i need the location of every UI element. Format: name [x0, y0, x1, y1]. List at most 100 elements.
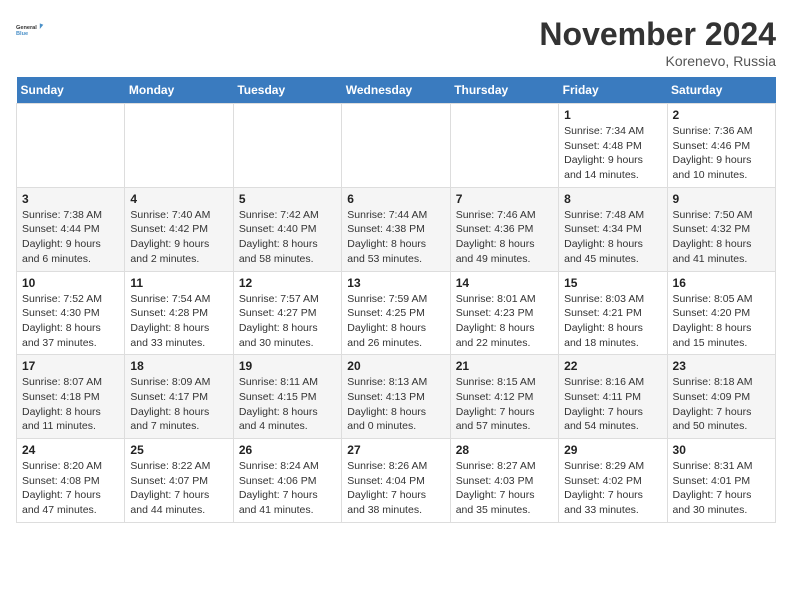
day-number: 16: [673, 276, 770, 290]
weekday-header: Sunday: [17, 77, 125, 104]
day-number: 3: [22, 192, 119, 206]
day-number: 19: [239, 359, 336, 373]
calendar-cell: 22 Sunrise: 8:16 AM Sunset: 4:11 PM Dayli…: [559, 355, 667, 439]
calendar-cell: 21 Sunrise: 8:15 AM Sunset: 4:12 PM Dayli…: [450, 355, 558, 439]
calendar-cell: 30Sunrise: 8:31 AM Sunset: 4:01 PM Dayli…: [667, 439, 775, 523]
calendar-week-row: 17 Sunrise: 8:07 AM Sunset: 4:18 PM Dayli…: [17, 355, 776, 439]
day-number: 29: [564, 443, 661, 457]
calendar-cell: 28 Sunrise: 8:27 AM Sunset: 4:03 PM Dayli…: [450, 439, 558, 523]
day-info: Sunrise: 8:09 AM Sunset: 4:17 PM Dayligh…: [130, 375, 227, 434]
day-info: Sunrise: 8:07 AM Sunset: 4:18 PM Dayligh…: [22, 375, 119, 434]
calendar-cell: [17, 104, 125, 188]
calendar-cell: 29 Sunrise: 8:29 AM Sunset: 4:02 PM Dayli…: [559, 439, 667, 523]
day-info: Sunrise: 7:57 AM Sunset: 4:27 PM Dayligh…: [239, 292, 336, 351]
day-number: 10: [22, 276, 119, 290]
day-number: 15: [564, 276, 661, 290]
day-info: Sunrise: 8:22 AM Sunset: 4:07 PM Dayligh…: [130, 459, 227, 518]
calendar-cell: [450, 104, 558, 188]
calendar-week-row: 3 Sunrise: 7:38 AM Sunset: 4:44 PM Daylig…: [17, 187, 776, 271]
weekday-header: Tuesday: [233, 77, 341, 104]
calendar-header-row: SundayMondayTuesdayWednesdayThursdayFrid…: [17, 77, 776, 104]
calendar-cell: 27 Sunrise: 8:26 AM Sunset: 4:04 PM Dayli…: [342, 439, 450, 523]
day-info: Sunrise: 7:59 AM Sunset: 4:25 PM Dayligh…: [347, 292, 444, 351]
day-info: Sunrise: 8:01 AM Sunset: 4:23 PM Dayligh…: [456, 292, 553, 351]
day-info: Sunrise: 8:05 AM Sunset: 4:20 PM Dayligh…: [673, 292, 770, 351]
day-number: 9: [673, 192, 770, 206]
calendar-cell: 14 Sunrise: 8:01 AM Sunset: 4:23 PM Dayli…: [450, 271, 558, 355]
day-number: 28: [456, 443, 553, 457]
day-number: 23: [673, 359, 770, 373]
day-info: Sunrise: 7:36 AM Sunset: 4:46 PM Dayligh…: [673, 124, 770, 183]
weekday-header: Monday: [125, 77, 233, 104]
day-number: 14: [456, 276, 553, 290]
day-number: 2: [673, 108, 770, 122]
day-info: Sunrise: 8:18 AM Sunset: 4:09 PM Dayligh…: [673, 375, 770, 434]
day-number: 8: [564, 192, 661, 206]
day-number: 13: [347, 276, 444, 290]
calendar-cell: 8 Sunrise: 7:48 AM Sunset: 4:34 PM Daylig…: [559, 187, 667, 271]
title-block: November 2024 Korenevo, Russia: [539, 16, 776, 69]
day-info: Sunrise: 8:15 AM Sunset: 4:12 PM Dayligh…: [456, 375, 553, 434]
day-info: Sunrise: 7:44 AM Sunset: 4:38 PM Dayligh…: [347, 208, 444, 267]
day-number: 22: [564, 359, 661, 373]
calendar-cell: 7Sunrise: 7:46 AM Sunset: 4:36 PM Daylig…: [450, 187, 558, 271]
logo-icon: GeneralBlue: [16, 16, 44, 44]
day-info: Sunrise: 8:26 AM Sunset: 4:04 PM Dayligh…: [347, 459, 444, 518]
calendar-cell: 2 Sunrise: 7:36 AM Sunset: 4:46 PM Daylig…: [667, 104, 775, 188]
day-info: Sunrise: 7:40 AM Sunset: 4:42 PM Dayligh…: [130, 208, 227, 267]
day-info: Sunrise: 7:54 AM Sunset: 4:28 PM Dayligh…: [130, 292, 227, 351]
day-info: Sunrise: 8:13 AM Sunset: 4:13 PM Dayligh…: [347, 375, 444, 434]
day-number: 4: [130, 192, 227, 206]
day-info: Sunrise: 8:16 AM Sunset: 4:11 PM Dayligh…: [564, 375, 661, 434]
weekday-header: Friday: [559, 77, 667, 104]
calendar-cell: 12 Sunrise: 7:57 AM Sunset: 4:27 PM Dayli…: [233, 271, 341, 355]
svg-text:General: General: [16, 25, 37, 31]
calendar-cell: 25 Sunrise: 8:22 AM Sunset: 4:07 PM Dayli…: [125, 439, 233, 523]
weekday-header: Saturday: [667, 77, 775, 104]
day-info: Sunrise: 7:48 AM Sunset: 4:34 PM Dayligh…: [564, 208, 661, 267]
calendar-cell: 9Sunrise: 7:50 AM Sunset: 4:32 PM Daylig…: [667, 187, 775, 271]
location: Korenevo, Russia: [539, 53, 776, 69]
day-number: 17: [22, 359, 119, 373]
calendar-cell: 6 Sunrise: 7:44 AM Sunset: 4:38 PM Daylig…: [342, 187, 450, 271]
day-number: 12: [239, 276, 336, 290]
page-header: GeneralBlue November 2024 Korenevo, Russ…: [16, 16, 776, 69]
weekday-header: Wednesday: [342, 77, 450, 104]
day-number: 25: [130, 443, 227, 457]
calendar-cell: 26Sunrise: 8:24 AM Sunset: 4:06 PM Dayli…: [233, 439, 341, 523]
day-number: 18: [130, 359, 227, 373]
day-number: 6: [347, 192, 444, 206]
day-number: 27: [347, 443, 444, 457]
day-info: Sunrise: 8:27 AM Sunset: 4:03 PM Dayligh…: [456, 459, 553, 518]
calendar-cell: 10 Sunrise: 7:52 AM Sunset: 4:30 PM Dayli…: [17, 271, 125, 355]
day-number: 21: [456, 359, 553, 373]
day-number: 24: [22, 443, 119, 457]
calendar-cell: [125, 104, 233, 188]
svg-text:Blue: Blue: [16, 31, 28, 37]
month-title: November 2024: [539, 16, 776, 53]
calendar-cell: 16 Sunrise: 8:05 AM Sunset: 4:20 PM Dayli…: [667, 271, 775, 355]
calendar-week-row: 1 Sunrise: 7:34 AM Sunset: 4:48 PM Daylig…: [17, 104, 776, 188]
day-info: Sunrise: 8:11 AM Sunset: 4:15 PM Dayligh…: [239, 375, 336, 434]
day-number: 1: [564, 108, 661, 122]
day-number: 26: [239, 443, 336, 457]
calendar-cell: 4 Sunrise: 7:40 AM Sunset: 4:42 PM Daylig…: [125, 187, 233, 271]
calendar-cell: 20Sunrise: 8:13 AM Sunset: 4:13 PM Dayli…: [342, 355, 450, 439]
day-info: Sunrise: 7:38 AM Sunset: 4:44 PM Dayligh…: [22, 208, 119, 267]
day-info: Sunrise: 7:42 AM Sunset: 4:40 PM Dayligh…: [239, 208, 336, 267]
day-info: Sunrise: 7:34 AM Sunset: 4:48 PM Dayligh…: [564, 124, 661, 183]
day-number: 7: [456, 192, 553, 206]
day-number: 5: [239, 192, 336, 206]
day-info: Sunrise: 8:29 AM Sunset: 4:02 PM Dayligh…: [564, 459, 661, 518]
day-info: Sunrise: 8:31 AM Sunset: 4:01 PM Dayligh…: [673, 459, 770, 518]
day-info: Sunrise: 7:52 AM Sunset: 4:30 PM Dayligh…: [22, 292, 119, 351]
weekday-header: Thursday: [450, 77, 558, 104]
day-info: Sunrise: 8:03 AM Sunset: 4:21 PM Dayligh…: [564, 292, 661, 351]
calendar-cell: 18 Sunrise: 8:09 AM Sunset: 4:17 PM Dayli…: [125, 355, 233, 439]
calendar-cell: 23 Sunrise: 8:18 AM Sunset: 4:09 PM Dayli…: [667, 355, 775, 439]
calendar-cell: 24Sunrise: 8:20 AM Sunset: 4:08 PM Dayli…: [17, 439, 125, 523]
calendar-cell: 13 Sunrise: 7:59 AM Sunset: 4:25 PM Dayli…: [342, 271, 450, 355]
calendar-cell: 1 Sunrise: 7:34 AM Sunset: 4:48 PM Daylig…: [559, 104, 667, 188]
day-number: 11: [130, 276, 227, 290]
logo: GeneralBlue: [16, 16, 44, 44]
